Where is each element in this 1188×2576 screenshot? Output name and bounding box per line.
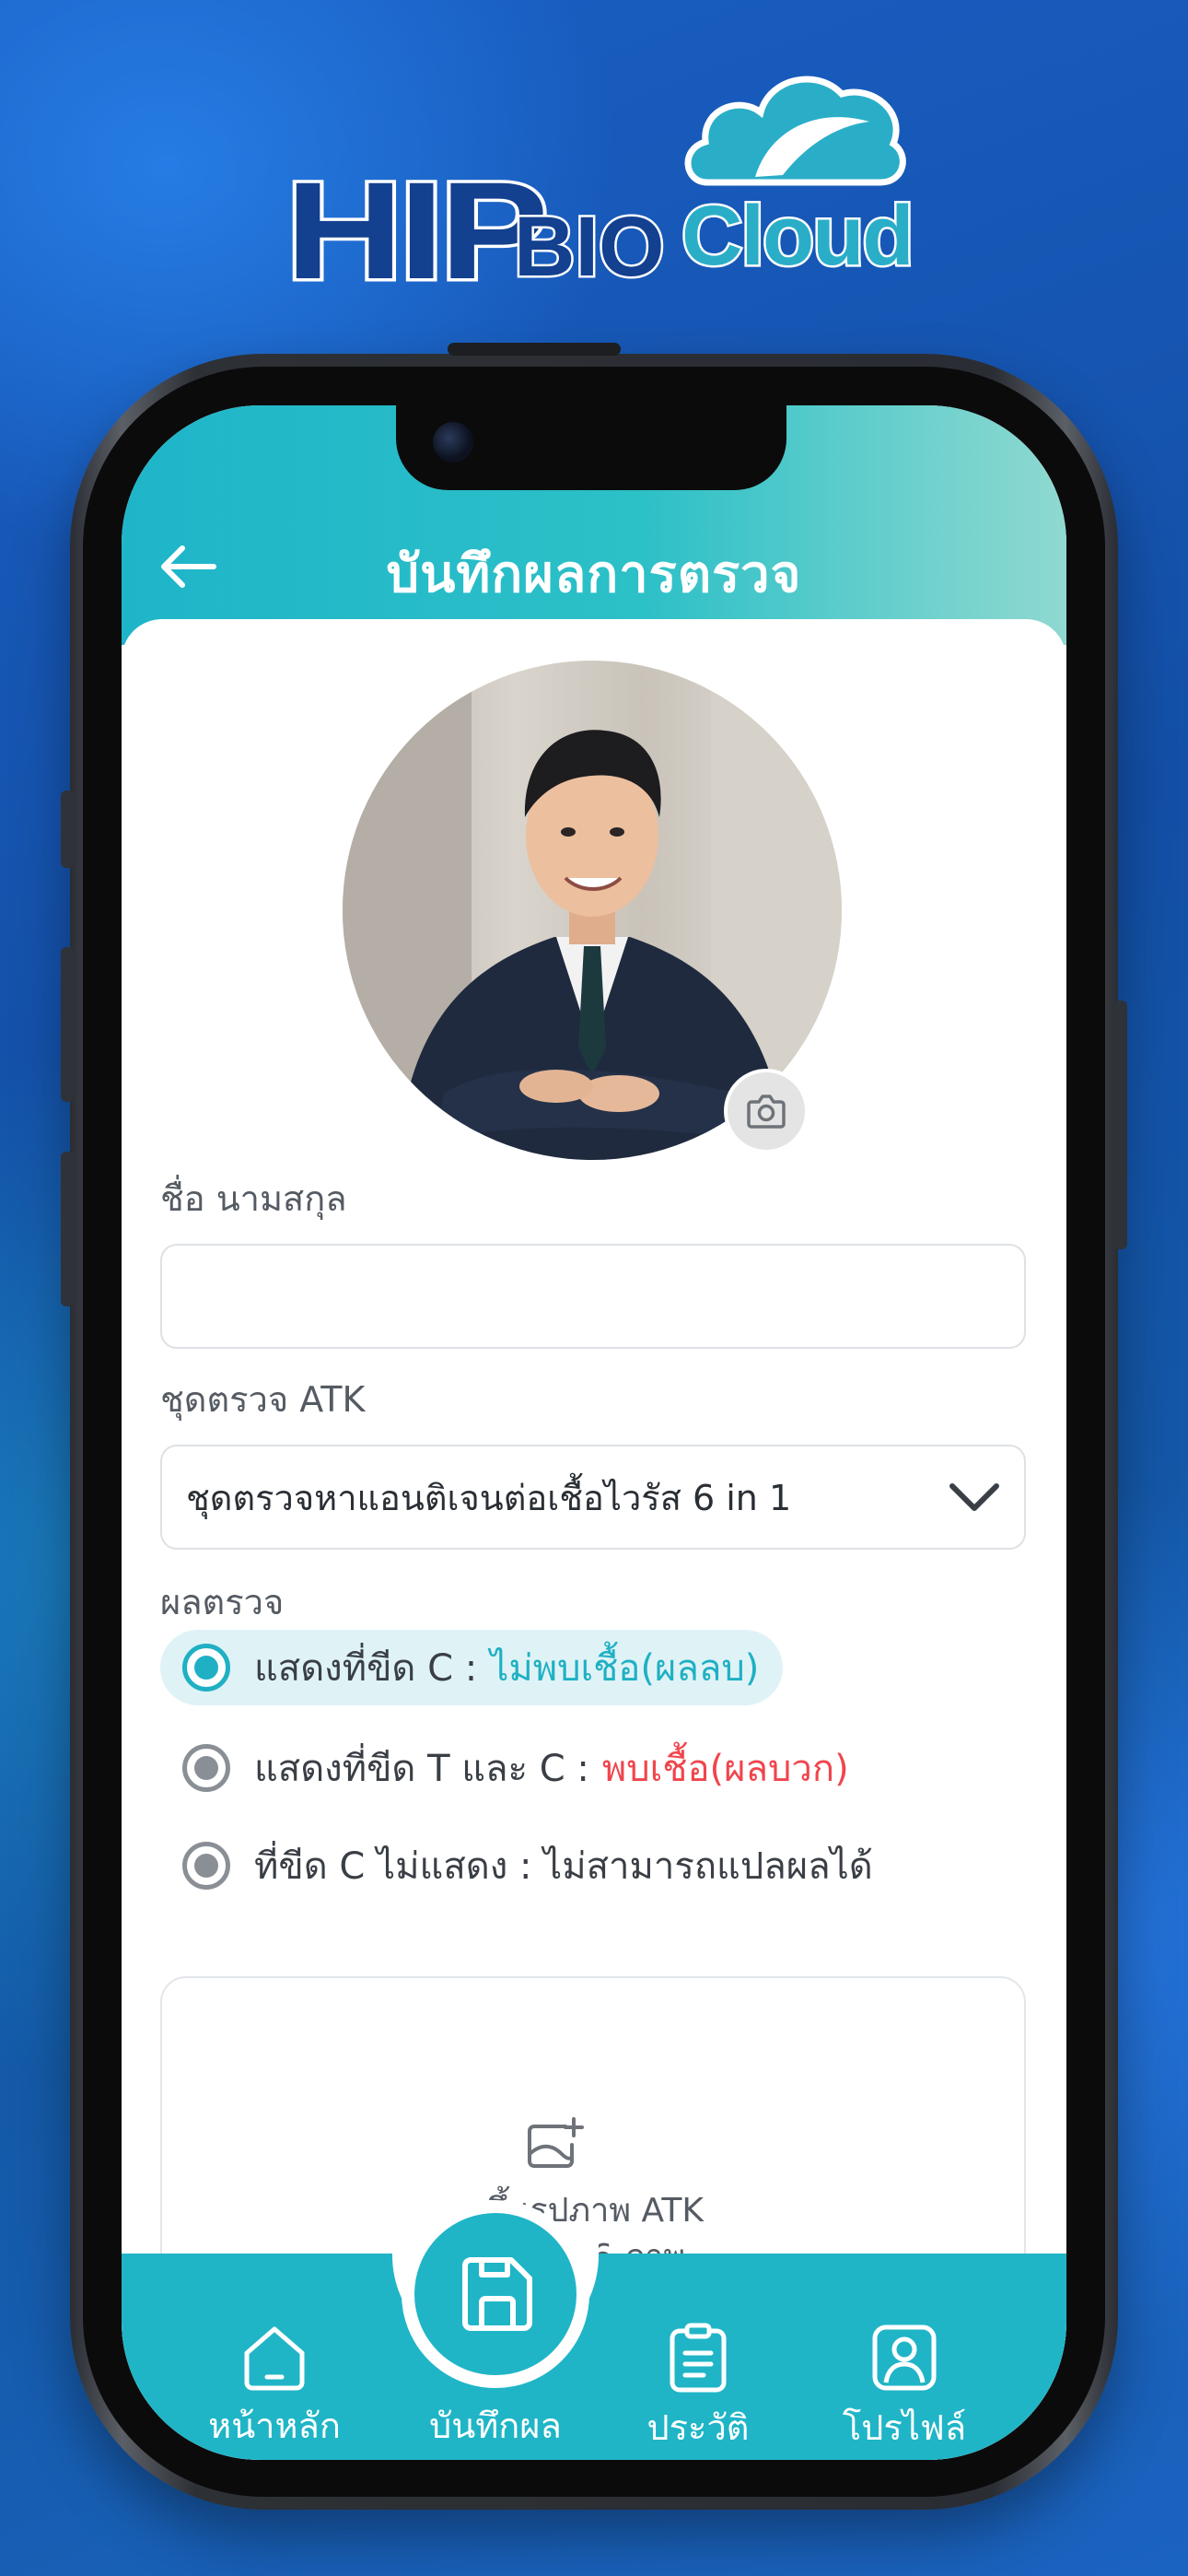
add-image-icon <box>528 2117 584 2168</box>
profile-icon <box>872 2324 937 2391</box>
atk-selected-value: ชุดตรวจหาแอนติเจนต่อเชื้อไวรัส 6 in 1 <box>186 1477 792 1518</box>
phone-volume-down <box>61 1152 74 1306</box>
radio-button[interactable] <box>182 1744 230 1792</box>
atk-select[interactable]: ชุดตรวจหาแอนติเจนต่อเชื้อไวรัส 6 in 1 <box>160 1445 1026 1550</box>
chevron-down-icon <box>949 1483 999 1511</box>
nav-home-label: หน้าหลัก <box>208 2406 341 2446</box>
option-prefix: แสดงที่ขีด T และ C : <box>254 1748 589 1790</box>
result-label: ผลตรวจ <box>160 1582 285 1622</box>
radio-button[interactable] <box>182 1644 230 1692</box>
nav-record[interactable]: บันทึกผล <box>394 2397 597 2453</box>
change-photo-button[interactable] <box>724 1069 809 1153</box>
option-result-negative: ไม่พบเชื้อ(ผลลบ) <box>490 1647 760 1690</box>
nav-profile-label: โปรไฟล์ <box>842 2407 967 2448</box>
brand-cloud-text: Cloud <box>680 189 917 283</box>
nav-profile[interactable]: โปรไฟล์ <box>803 2322 1006 2455</box>
atk-label: ชุดตรวจ ATK <box>160 1379 366 1420</box>
result-option-negative[interactable]: แสดงที่ขีด C : ไม่พบเชื้อ(ผลลบ) <box>160 1630 784 1705</box>
radio-button[interactable] <box>182 1842 230 1890</box>
front-camera <box>433 422 473 463</box>
nav-history[interactable]: ประวัติ <box>597 2322 799 2455</box>
app-screen: บันทึกผลการตรวจ ชื่อ นามสกุล ชุดตรวจ ATK… <box>122 405 1066 2460</box>
nav-home[interactable]: หน้าหลัก <box>173 2322 376 2453</box>
save-icon <box>462 2257 532 2331</box>
name-label: ชื่อ นามสกุล <box>160 1178 347 1219</box>
phone-silent-switch <box>61 790 74 868</box>
brand-hip-text: HIP <box>282 153 553 308</box>
phone-power-button <box>1114 1001 1127 1249</box>
brand-bio-text: BIO <box>512 200 668 294</box>
clipboard-icon <box>670 2323 727 2393</box>
option-prefix: แสดงที่ขีด C : <box>254 1647 478 1690</box>
phone-volume-up <box>61 947 74 1102</box>
upload-hint-line1: ขึ้นรูปภาพ ATK <box>484 2192 704 2230</box>
camera-icon <box>747 1095 786 1129</box>
name-input[interactable] <box>160 1244 1026 1349</box>
result-option-invalid[interactable]: ที่ขีด C ไม่แสดง : ไม่สามารถแปลผลได้ <box>160 1828 897 1903</box>
page-title: บันทึกผลการตรวจ <box>386 544 802 604</box>
record-fab-button[interactable] <box>402 2200 589 2388</box>
result-option-positive[interactable]: แสดงที่ขีด T และ C : พบเชื้อ(ผลบวก) <box>160 1730 873 1806</box>
home-icon <box>244 2326 305 2391</box>
cloud-logo-icon <box>684 76 906 186</box>
option-result-positive: พบเชื้อ(ผลบวก) <box>601 1748 849 1790</box>
option-prefix: ที่ขีด C ไม่แสดง : ไม่สามารถแปลผลได้ <box>254 1845 873 1888</box>
nav-history-label: ประวัติ <box>646 2407 750 2448</box>
nav-record-label: บันทึกผล <box>429 2406 562 2446</box>
brand-logo: HIP BIO Cloud <box>276 64 917 303</box>
